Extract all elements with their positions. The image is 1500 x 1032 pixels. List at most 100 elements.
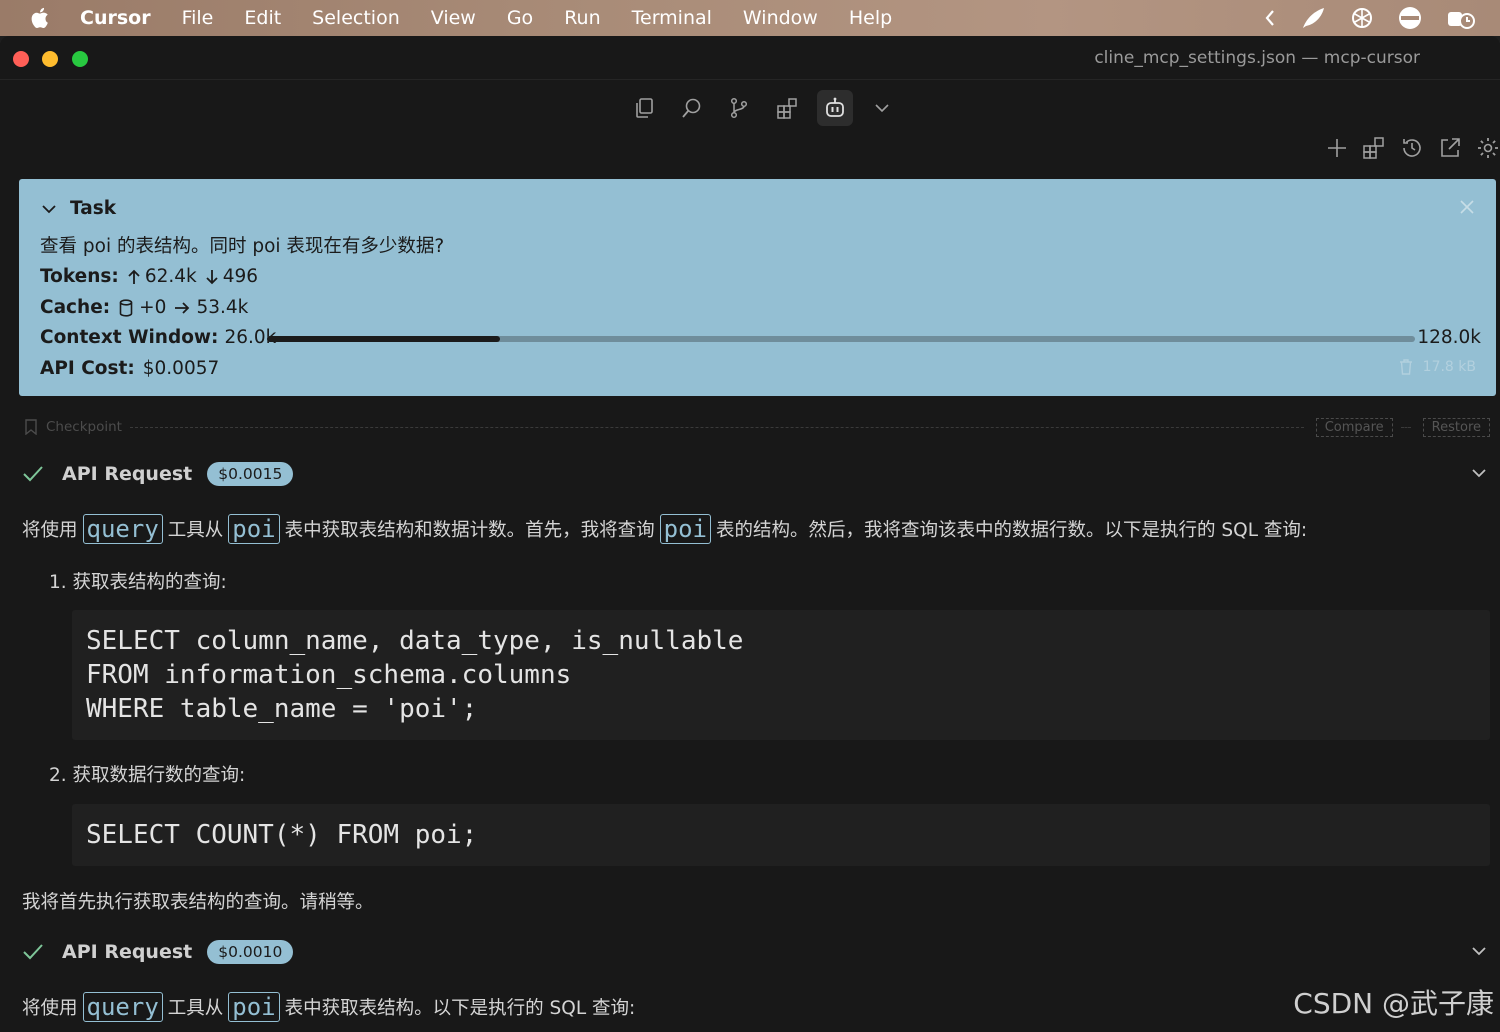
chevron-down-icon[interactable] — [40, 200, 58, 218]
list-item: 2. 获取数据行数的查询: — [49, 765, 246, 786]
api-cost-row: API Cost: $0.0057 — [40, 358, 219, 379]
checkpoint-divider — [1400, 426, 1411, 428]
database-icon — [119, 298, 133, 317]
menu-run[interactable]: Run — [564, 7, 600, 29]
inline-code: poi — [228, 992, 280, 1022]
close-icon[interactable] — [1460, 199, 1474, 218]
message-text: 我将首先执行获取表结构的查询。请稍等。 — [22, 892, 374, 913]
editor-window: cline_mcp_settings.json — mcp-cursor Tas… — [0, 36, 1500, 1032]
tokens-label: Tokens: — [40, 266, 119, 287]
menu-cursor[interactable]: Cursor — [80, 7, 151, 29]
task-size[interactable]: 17.8 kB — [1399, 359, 1476, 375]
message-text: 工具从 — [167, 998, 224, 1019]
explorer-icon[interactable] — [626, 90, 662, 126]
api-request-title: API Request — [62, 941, 193, 963]
list-item: 1. 获取表结构的查询: — [49, 572, 227, 593]
tokens-out: 496 — [222, 266, 259, 287]
code-line: SELECT column_name, data_type, is_nullab… — [86, 626, 744, 656]
mcp-servers-icon[interactable] — [1362, 136, 1386, 160]
new-task-icon[interactable] — [1326, 137, 1348, 159]
api-request-row[interactable]: API Request $0.0010 — [22, 936, 1488, 968]
api-request-cost: $0.0015 — [207, 462, 294, 486]
context-max: 128.0k — [1417, 327, 1481, 348]
check-icon — [22, 465, 44, 483]
history-icon[interactable] — [1400, 136, 1424, 160]
activity-toolbar — [0, 80, 1500, 132]
code-block: SELECT column_name, data_type, is_nullab… — [72, 610, 1490, 740]
menu-go[interactable]: Go — [507, 7, 533, 29]
assistant-message: 将使用 query 工具从 poi 表中获取表结构和数据计数。首先，我将查询 p… — [22, 514, 1307, 544]
panel-actions — [1326, 134, 1500, 162]
message-text: 表中获取表结构。以下是执行的 SQL 查询: — [284, 998, 636, 1019]
openai-icon[interactable] — [1350, 6, 1374, 30]
feather-icon[interactable] — [1300, 6, 1326, 30]
status-icons — [1264, 0, 1500, 36]
control-center-icon[interactable] — [1398, 6, 1422, 30]
assistant-message: 将使用 query 工具从 poi 表中获取表结构。以下是执行的 SQL 查询: — [22, 992, 635, 1022]
code-line: WHERE table_name = 'poi'; — [86, 694, 478, 724]
chevron-down-icon[interactable] — [1470, 464, 1488, 487]
menu-help[interactable]: Help — [849, 7, 892, 29]
task-question: 查看 poi 的表结构。同时 poi 表现在有多少数据? — [40, 236, 445, 257]
menu-edit[interactable]: Edit — [244, 7, 281, 29]
menu-window[interactable]: Window — [743, 7, 818, 29]
menu-terminal[interactable]: Terminal — [632, 7, 712, 29]
close-window-button[interactable] — [13, 51, 29, 67]
code-line: FROM information_schema.columns — [86, 660, 572, 690]
task-size-label: 17.8 kB — [1422, 359, 1476, 375]
open-in-editor-icon[interactable] — [1438, 136, 1462, 160]
task-header[interactable]: Task — [40, 198, 116, 219]
chevron-left-icon[interactable] — [1264, 9, 1276, 27]
menu-view[interactable]: View — [431, 7, 476, 29]
inline-code: poi — [659, 514, 712, 544]
tokens-in: 62.4k — [144, 266, 197, 287]
window-title: cline_mcp_settings.json — mcp-cursor — [1094, 48, 1420, 68]
chevron-down-icon[interactable] — [864, 90, 900, 126]
code-line: SELECT COUNT(*) FROM poi; — [86, 820, 478, 850]
api-request-title: API Request — [62, 463, 193, 485]
api-cost-value: $0.0057 — [142, 358, 220, 379]
settings-gear-icon[interactable] — [1476, 136, 1500, 160]
context-progress-bar — [267, 336, 1415, 342]
inline-code: query — [82, 514, 163, 544]
tokens-row: Tokens: 62.4k 496 — [40, 266, 258, 287]
task-heading: Task — [70, 198, 117, 219]
extensions-icon[interactable] — [769, 90, 805, 126]
battery-clock-icon[interactable] — [1446, 6, 1476, 30]
menu-selection[interactable]: Selection — [312, 7, 400, 29]
api-request-cost: $0.0010 — [207, 940, 294, 964]
watermark: CSDN @武子康 — [1293, 987, 1494, 1020]
cline-robot-icon[interactable] — [817, 90, 853, 126]
checkpoint-row: Checkpoint Compare Restore — [24, 416, 1490, 438]
chevron-down-icon[interactable] — [1470, 942, 1488, 965]
apple-menu-icon[interactable] — [30, 6, 52, 30]
cache-write: +0 — [139, 297, 167, 318]
macos-menubar: Cursor File Edit Selection View Go Run T… — [0, 0, 1500, 36]
inline-code: poi — [228, 514, 280, 544]
search-icon[interactable] — [674, 90, 710, 126]
message-text: 将使用 — [22, 520, 78, 541]
api-cost-label: API Cost: — [40, 358, 135, 379]
source-control-icon[interactable] — [721, 90, 757, 126]
task-card: Task 查看 poi 的表结构。同时 poi 表现在有多少数据? Tokens… — [19, 179, 1496, 396]
context-window-row: Context Window: 26.0k — [40, 327, 276, 348]
compare-button[interactable]: Compare — [1315, 417, 1393, 437]
checkpoint-label: Checkpoint — [46, 419, 122, 435]
bookmark-icon — [24, 419, 38, 435]
checkpoint-divider — [129, 426, 1304, 428]
cache-read: 53.4k — [196, 297, 249, 318]
message-text: 表的结构。然后，我将查询该表中的数据行数。以下是执行的 SQL 查询: — [716, 520, 1308, 541]
message-text: 将使用 — [22, 998, 78, 1019]
inline-code: query — [82, 992, 163, 1022]
code-block: SELECT COUNT(*) FROM poi; — [72, 804, 1490, 866]
api-request-row[interactable]: API Request $0.0015 — [22, 458, 1488, 490]
delete-icon — [1399, 359, 1413, 375]
minimize-window-button[interactable] — [42, 51, 58, 67]
restore-button[interactable]: Restore — [1422, 417, 1490, 437]
zoom-window-button[interactable] — [72, 51, 88, 67]
arrow-right-icon — [174, 301, 190, 315]
arrow-up-icon — [127, 269, 141, 285]
title-bar: cline_mcp_settings.json — mcp-cursor — [0, 36, 1500, 80]
message-text: 表中获取表结构和数据计数。首先，我将查询 — [284, 520, 655, 541]
menu-file[interactable]: File — [182, 7, 214, 29]
